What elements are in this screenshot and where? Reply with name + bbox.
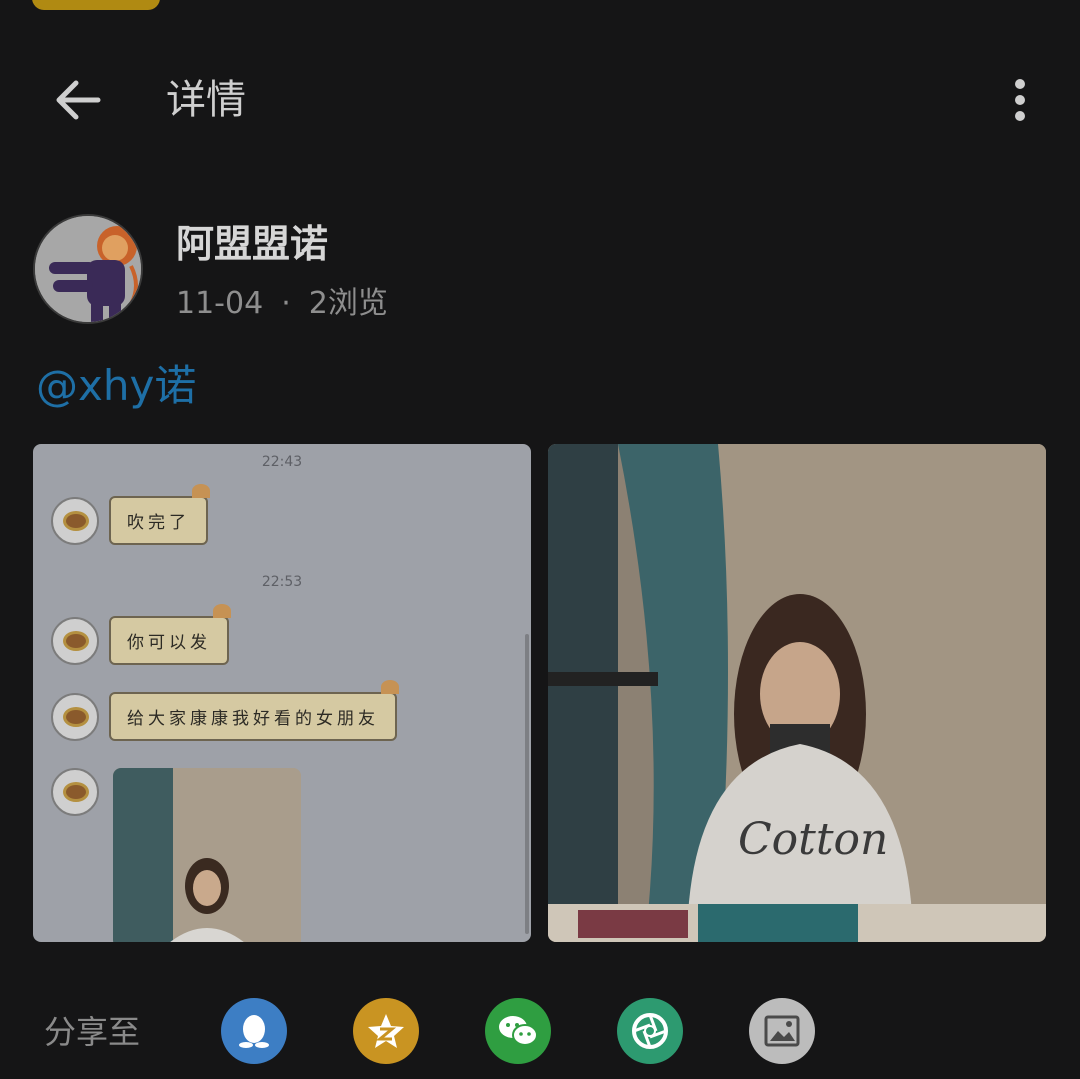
view-count: 2浏览 <box>308 286 388 321</box>
top-status-pill <box>32 0 160 10</box>
cat-ear-icon <box>213 604 231 618</box>
chat-bubble: 给大家康康我好看的女朋友 <box>109 680 399 741</box>
chat-avatar <box>51 692 99 741</box>
share-moments-button[interactable] <box>617 998 683 1064</box>
chat-message-text: 你可以发 <box>127 633 211 653</box>
chat-avatar <box>51 496 99 545</box>
lion-avatar-illustration <box>35 216 141 322</box>
chat-message <box>51 768 99 816</box>
chat-timestamp: 22:53 <box>261 574 303 590</box>
share-save-image-button[interactable] <box>749 998 815 1064</box>
chat-bubble: 吹完了 <box>109 484 210 545</box>
portrait-photo: Cotton <box>548 444 1046 942</box>
chat-message-text: 吹完了 <box>127 513 190 533</box>
cat-ear-icon <box>381 680 399 694</box>
chat-bubble: 你可以发 <box>109 604 231 665</box>
chat-message: 给大家康康我好看的女朋友 <box>51 680 399 741</box>
chat-avatar <box>51 616 99 665</box>
author-avatar[interactable] <box>33 214 143 324</box>
chat-message: 吹完了 <box>51 484 210 545</box>
page-title: 详情 <box>166 77 246 123</box>
author-name[interactable]: 阿盟盟诺 <box>176 220 328 268</box>
header-bar: 详情 <box>0 48 1080 152</box>
wechat-icon <box>499 1016 538 1046</box>
more-vertical-icon <box>1015 79 1025 121</box>
meta-separator: · <box>281 286 291 321</box>
chat-image-thumbnail <box>113 768 301 942</box>
arrow-left-icon <box>56 80 101 120</box>
back-button[interactable] <box>46 70 110 130</box>
share-label: 分享至 <box>44 1013 141 1051</box>
post-image-chat-screenshot[interactable]: 22:43 吹完了 22:53 你可以发 给大家康康我好看的女朋友 <box>33 444 531 942</box>
cat-ear-icon <box>192 484 210 498</box>
moments-aperture-icon <box>632 1013 668 1049</box>
more-options-button[interactable] <box>1000 70 1040 130</box>
share-qzone-button[interactable] <box>353 998 419 1064</box>
qzone-star-icon <box>368 1014 404 1048</box>
post-image-portrait[interactable]: Cotton <box>548 444 1046 942</box>
share-wechat-button[interactable] <box>485 998 551 1064</box>
chat-message: 你可以发 <box>51 604 231 665</box>
chat-message-text: 给大家康康我好看的女朋友 <box>127 709 379 729</box>
post-date: 11-04 <box>176 286 264 321</box>
picture-icon <box>764 1015 800 1047</box>
chat-timestamp: 22:43 <box>261 454 303 470</box>
svg-text:Cotton: Cotton <box>738 814 888 865</box>
qq-penguin-icon <box>239 1015 269 1048</box>
chat-scrollbar <box>525 634 529 934</box>
chat-avatar <box>51 768 99 816</box>
post-meta: 11-04 · 2浏览 <box>176 282 388 326</box>
portrait-photo <box>113 768 301 942</box>
share-qq-button[interactable] <box>221 998 287 1064</box>
mention-link[interactable]: @xhy诺 <box>36 358 196 414</box>
